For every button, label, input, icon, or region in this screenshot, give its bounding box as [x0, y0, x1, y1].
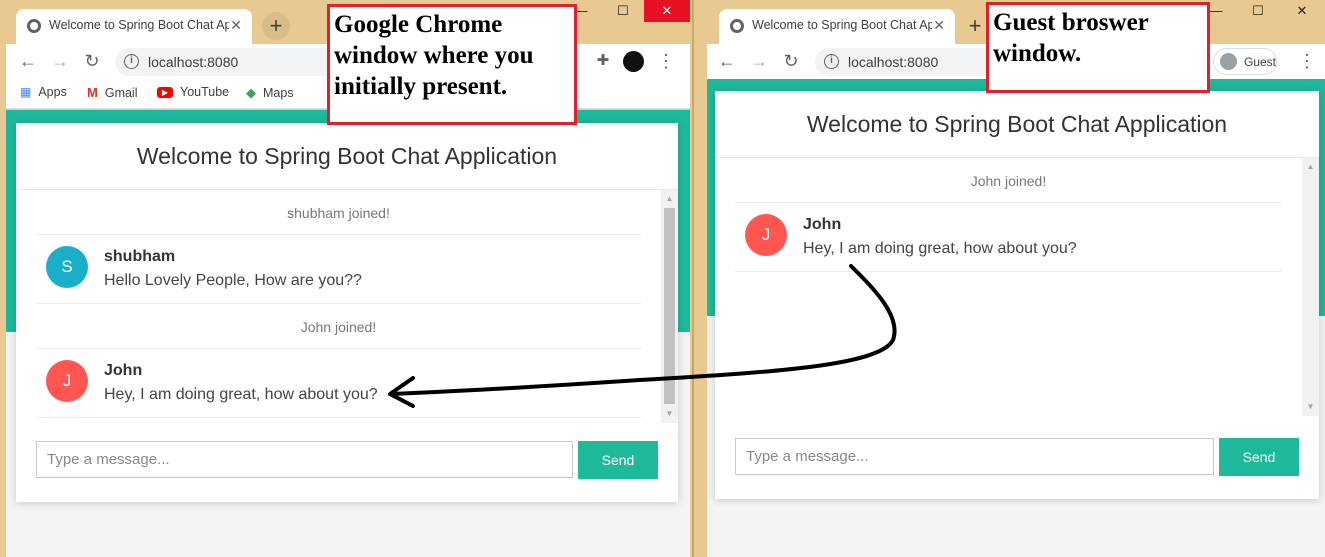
- screenshot-stage: Welcome to Spring Boot Chat Ap ✕ + — ☐ ✕…: [0, 0, 1325, 557]
- arrow-curve: [390, 264, 897, 396]
- annotation-arrow: [388, 264, 897, 408]
